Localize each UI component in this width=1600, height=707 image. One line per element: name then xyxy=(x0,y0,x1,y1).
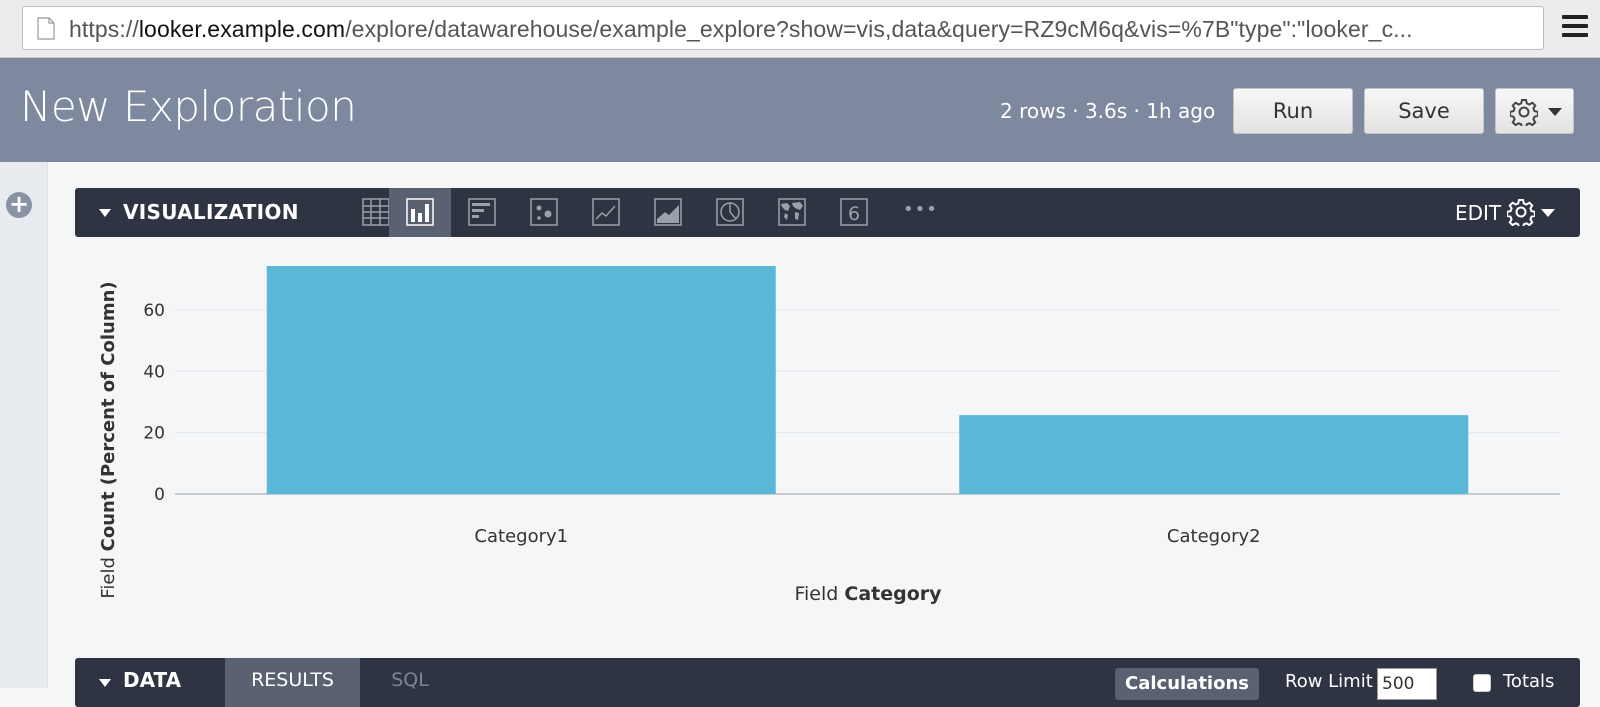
page-title: New Exploration xyxy=(20,82,357,131)
data-label: DATA xyxy=(123,668,182,692)
map-icon xyxy=(778,198,806,226)
save-button[interactable]: Save xyxy=(1364,88,1484,134)
x-axis-label: Field Category xyxy=(794,583,942,605)
explore-header: New Exploration 2 rows · 3.6s · 1h ago R… xyxy=(0,58,1600,162)
vis-type-pie[interactable] xyxy=(699,188,761,237)
gear-icon[interactable] xyxy=(1507,198,1535,226)
bar-category1[interactable] xyxy=(266,266,776,494)
browser-toolbar: https://looker.example.com/explore/dataw… xyxy=(0,0,1600,58)
svg-text:6: 6 xyxy=(848,203,860,225)
y-tick-label: 20 xyxy=(143,424,165,444)
tab-results[interactable]: RESULTS xyxy=(225,658,360,707)
y-axis-label: Field Count (Percent of Column) xyxy=(98,281,119,598)
vis-type-more[interactable]: ••• xyxy=(885,188,947,237)
area-chart-icon xyxy=(654,198,682,226)
tab-sql[interactable]: SQL xyxy=(360,658,460,707)
chevron-down-icon[interactable] xyxy=(1541,209,1555,217)
page-icon xyxy=(37,17,55,40)
totals-checkbox[interactable] xyxy=(1473,674,1491,692)
vis-type-line[interactable] xyxy=(575,188,637,237)
vis-type-area[interactable] xyxy=(637,188,699,237)
settings-menu-button[interactable] xyxy=(1495,88,1574,134)
pie-chart-icon xyxy=(716,198,744,226)
browser-menu-icon[interactable] xyxy=(1562,15,1588,39)
chevron-down-icon xyxy=(1548,108,1562,116)
expand-field-picker-icon[interactable]: + xyxy=(6,192,32,218)
vis-type-column[interactable] xyxy=(389,188,451,237)
calculations-button[interactable]: Calculations xyxy=(1115,668,1259,700)
y-tick-label: 60 xyxy=(143,301,165,321)
scatter-chart-icon xyxy=(530,198,558,226)
y-tick-label: 40 xyxy=(143,362,165,382)
more-icon: ••• xyxy=(903,199,938,220)
gear-icon xyxy=(1510,99,1538,126)
single-value-icon: 6 xyxy=(840,198,868,226)
query-status: 2 rows · 3.6s · 1h ago xyxy=(1000,99,1216,123)
chart-area: 0 20 40 60 Category1 Category2 Field Categor… xyxy=(75,250,1580,620)
line-chart-icon xyxy=(592,198,620,226)
y-tick-label: 0 xyxy=(154,485,165,505)
row-limit-label: Row Limit xyxy=(1285,671,1373,692)
edit-vis-button[interactable]: EDIT xyxy=(1455,201,1501,225)
row-limit-input[interactable]: 500 xyxy=(1377,668,1437,700)
vis-type-scatter[interactable] xyxy=(513,188,575,237)
table-icon xyxy=(362,198,390,226)
visualization-label: VISUALIZATION xyxy=(123,200,299,224)
x-category-label: Category1 xyxy=(474,526,568,547)
bar-category2[interactable] xyxy=(959,415,1469,494)
vis-type-single-value[interactable]: 6 xyxy=(823,188,885,237)
visualization-toolbar: VISUALIZATION 6 ••• EDIT xyxy=(75,188,1580,237)
collapse-caret-icon[interactable] xyxy=(99,679,111,687)
run-button[interactable]: Run xyxy=(1233,88,1353,134)
field-picker-rail: + xyxy=(0,162,48,688)
collapse-caret-icon[interactable] xyxy=(99,209,111,217)
x-category-label: Category2 xyxy=(1167,526,1261,547)
column-chart-icon xyxy=(406,198,434,226)
vis-type-bar[interactable] xyxy=(451,188,513,237)
address-bar[interactable]: https://looker.example.com/explore/dataw… xyxy=(22,6,1544,50)
vis-type-map[interactable] xyxy=(761,188,823,237)
bar-chart-icon xyxy=(468,198,496,226)
data-toolbar: DATA RESULTS SQL Calculations Row Limit … xyxy=(75,658,1580,707)
totals-label: Totals xyxy=(1503,671,1555,692)
url-text: https://looker.example.com/explore/dataw… xyxy=(69,16,1413,42)
column-chart: 0 20 40 60 Category1 Category2 Field Categor… xyxy=(98,266,1560,605)
